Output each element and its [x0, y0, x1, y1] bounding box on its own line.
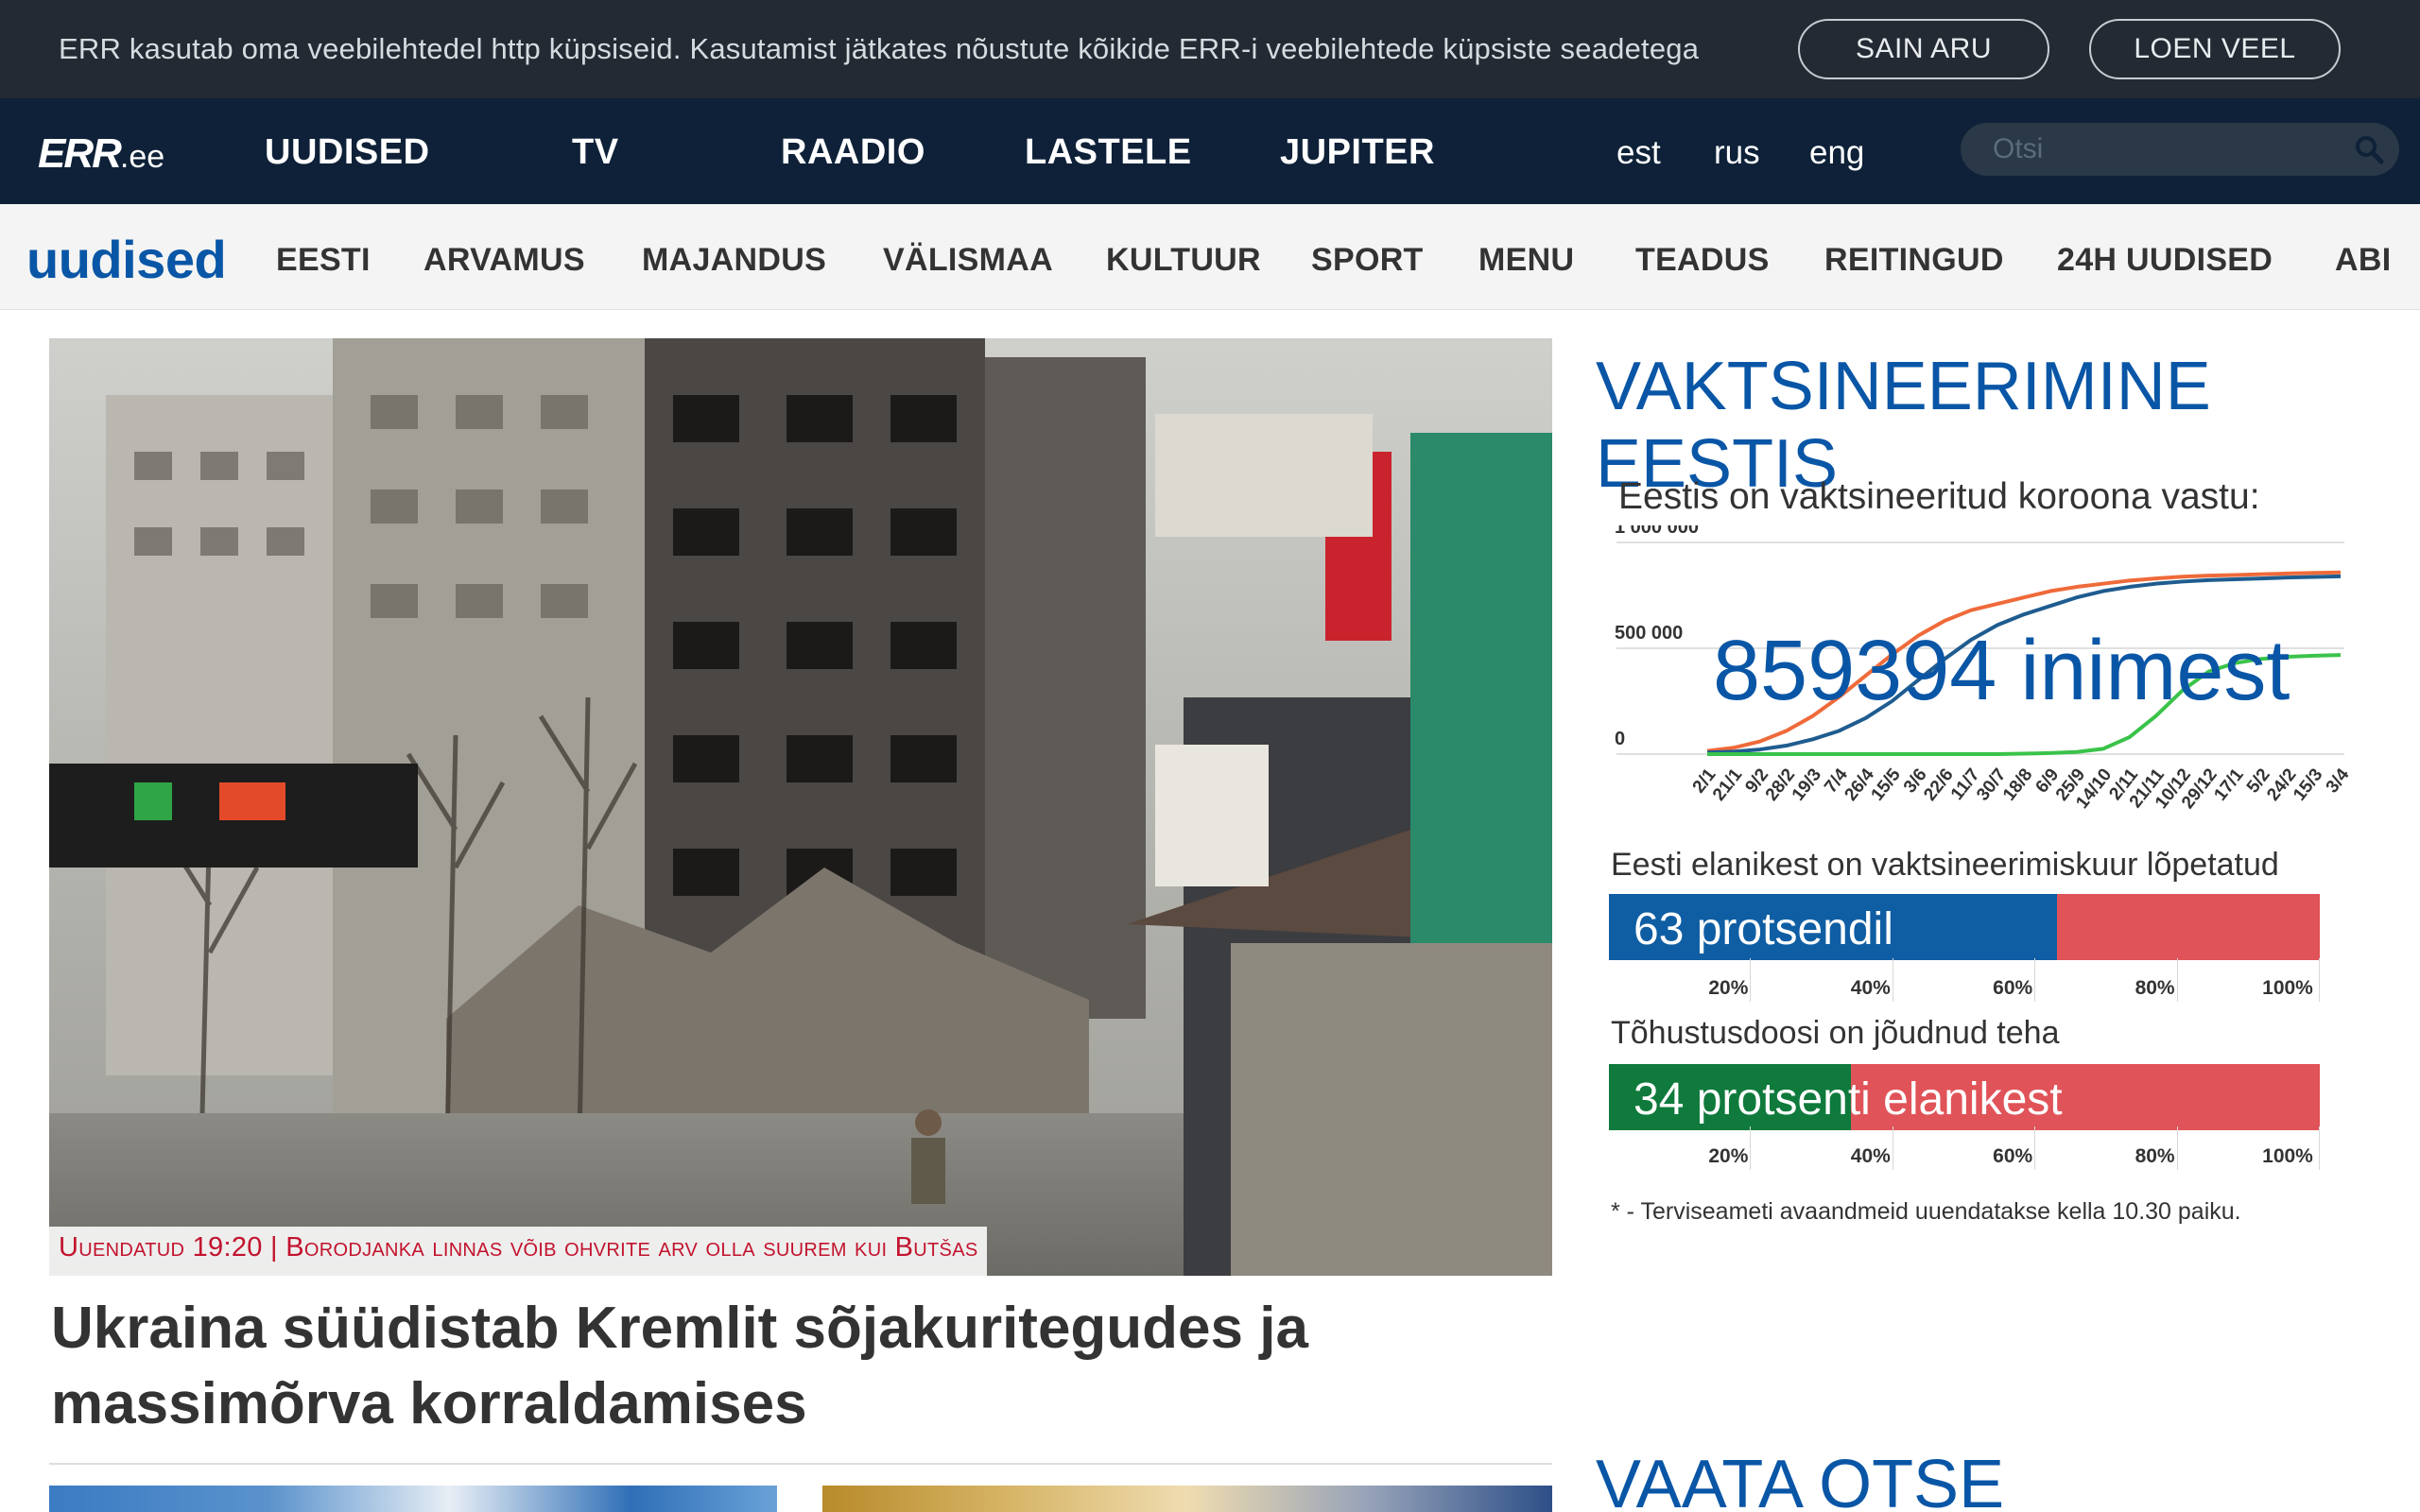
vaccinated-count: 859394 inimest — [1713, 624, 2290, 718]
subnav-eesti[interactable]: EESTI — [276, 242, 371, 279]
lang-est[interactable]: est — [1616, 134, 1661, 172]
x-tick-label: 3/4 — [2323, 765, 2354, 797]
tick-gridline — [1750, 1126, 1752, 1170]
search-icon[interactable] — [2354, 134, 2384, 164]
nav-jupiter[interactable]: JUPITER — [1280, 132, 1435, 173]
search-box — [1961, 123, 2399, 176]
cookie-banner: ERR kasutab oma veebilehtedel http küpsi… — [0, 0, 2420, 98]
tick-gridline — [2034, 1126, 2036, 1170]
subnav-kultuur[interactable]: KULTUUR — [1106, 242, 1261, 279]
subnav-valismaa[interactable]: VÄLISMAA — [883, 242, 1053, 279]
section-title-uudised[interactable]: uudised — [26, 229, 227, 290]
section-navigation: uudised EESTI ARVAMUS MAJANDUS VÄLISMAA … — [0, 204, 2420, 310]
coverage-caption: Eesti elanikest on vaktsineerimiskuur lõ… — [1611, 847, 2279, 883]
subnav-reitingud[interactable]: REITINGUD — [1824, 242, 2004, 279]
subnav-teadus[interactable]: TEADUS — [1635, 242, 1770, 279]
article-thumbnail[interactable] — [49, 1486, 777, 1512]
cookie-accept-button[interactable]: SAIN ARU — [1798, 19, 2049, 79]
search-input[interactable] — [1993, 132, 2333, 166]
booster-label: 34 protsenti elanikest — [1634, 1074, 2063, 1125]
y-tick-label: 1 000 000 — [1615, 525, 1699, 538]
subnav-menu[interactable]: MENU — [1478, 242, 1574, 279]
y-tick-label: 0 — [1615, 729, 1625, 749]
nav-uudised[interactable]: UUDISED — [265, 132, 430, 173]
cookie-text: ERR kasutab oma veebilehtedel http küpsi… — [59, 32, 1700, 65]
coverage-label: 63 protsendil — [1634, 904, 1893, 954]
content-divider — [49, 1463, 1552, 1465]
subnav-abi[interactable]: ABI — [2335, 242, 2391, 279]
main-navigation: ERR.ee UUDISED TV RAADIO LASTELE JUPITER… — [0, 98, 2420, 204]
watch-live-title[interactable]: VAATA OTSE — [1596, 1446, 2004, 1512]
subnav-arvamus[interactable]: ARVAMUS — [424, 242, 585, 279]
subnav-24h-uudised[interactable]: 24H UUDISED — [2057, 242, 2273, 279]
nav-tv[interactable]: TV — [572, 132, 619, 173]
coverage-progress-bar: 63 protsendil — [1609, 894, 2320, 960]
tick-gridline — [2319, 958, 2320, 1002]
tick-label: 60% — [1993, 1145, 2033, 1167]
tick-gridline — [2319, 1126, 2320, 1170]
tick-gridline — [2176, 1126, 2178, 1170]
hero-headline[interactable]: Ukraina süüdistab Kremlit sõjakuritegude… — [51, 1291, 1526, 1442]
tick-label: 20% — [1708, 1145, 1749, 1167]
tick-label: 60% — [1993, 977, 2033, 999]
y-tick-label: 500 000 — [1615, 623, 1683, 644]
tick-gridline — [2176, 958, 2178, 1002]
tick-label: 100% — [2262, 977, 2313, 999]
logo-main: ERR — [38, 130, 122, 177]
nav-raadio[interactable]: RAADIO — [781, 132, 925, 173]
subnav-majandus[interactable]: MAJANDUS — [642, 242, 826, 279]
tick-label: 80% — [2135, 1145, 2175, 1167]
chart-title: Eestis on vaktsineeritud koroona vastu: — [1618, 476, 2260, 517]
err-logo[interactable]: ERR.ee — [38, 130, 164, 178]
cookie-read-more-button[interactable]: LOEN VEEL — [2089, 19, 2341, 79]
destroyed-buildings-photo — [49, 338, 1552, 1276]
booster-progress-bar: 34 protsenti elanikest — [1609, 1064, 2320, 1130]
lang-eng[interactable]: eng — [1809, 134, 1864, 172]
booster-caption: Tõhustusdoosi on jõudnud teha — [1611, 1015, 2060, 1051]
tick-label: 40% — [1850, 1145, 1891, 1167]
tick-label: 80% — [2135, 977, 2175, 999]
tick-label: 20% — [1708, 977, 1749, 999]
tick-gridline — [1750, 958, 1752, 1002]
tick-gridline — [2034, 958, 2036, 1002]
nav-lastele[interactable]: LASTELE — [1025, 132, 1192, 173]
article-thumbnail[interactable] — [822, 1486, 1552, 1512]
tick-label: 40% — [1850, 977, 1891, 999]
lang-rus[interactable]: rus — [1714, 134, 1760, 172]
tick-label: 100% — [2262, 1145, 2313, 1167]
hero-kicker[interactable]: Uuendatud 19:20 | Borodjanka linnas võib… — [49, 1227, 988, 1276]
logo-suffix: .ee — [119, 139, 165, 175]
coverage-ticks: 20% 40% 60% 80% 100% — [1609, 958, 2320, 1002]
subnav-sport[interactable]: SPORT — [1311, 242, 1424, 279]
hero-image[interactable]: Uuendatud 19:20 | Borodjanka linnas võib… — [49, 338, 1552, 1276]
booster-ticks: 20% 40% 60% 80% 100% — [1609, 1126, 2320, 1170]
data-footnote: * - Terviseameti avaandmeid uuendatakse … — [1611, 1198, 2241, 1225]
